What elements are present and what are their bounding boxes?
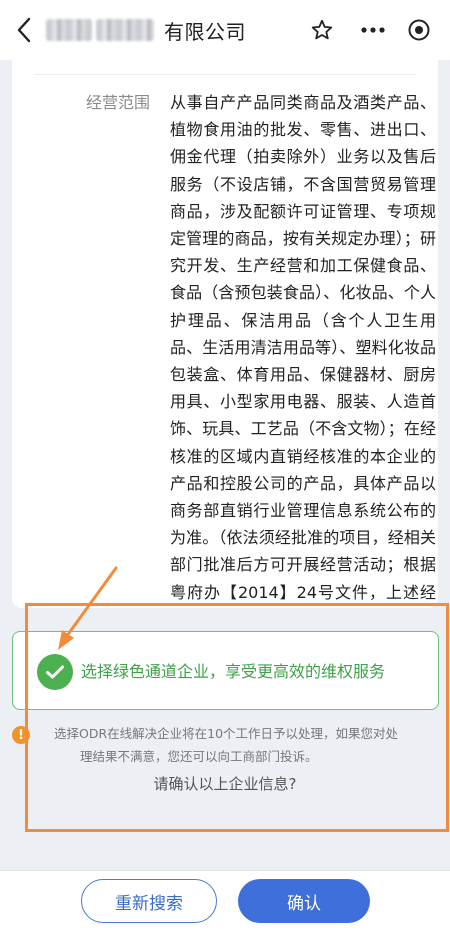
- business-scope-value: 从事自产产品同类商品及酒类产品、植物食用油的批发、零售、进出口、佣金代理（拍卖除…: [170, 89, 436, 608]
- annotation-highlight-box: [25, 603, 449, 832]
- divider: [34, 74, 416, 75]
- more-button[interactable]: [359, 16, 387, 44]
- confirm-button[interactable]: 确认: [238, 879, 370, 923]
- redacted-company-name: [46, 19, 92, 41]
- top-navbar: 有限公司: [0, 0, 450, 60]
- chevron-left-icon: [17, 17, 31, 43]
- bottom-action-bar: 重新搜索 确认: [0, 870, 450, 930]
- target-close-icon: [408, 19, 430, 41]
- app-root: 有限公司 经营范围 从事自产产品同类商品及酒类产品、植物食用油的批发、零售、进出…: [0, 0, 450, 930]
- business-scope-label: 经营范围: [86, 93, 151, 112]
- favorite-button[interactable]: [308, 16, 336, 44]
- business-scope-text: 从事自产产品同类商品及酒类产品、植物食用油的批发、零售、进出口、佣金代理（拍卖除…: [170, 93, 436, 602]
- star-icon: [311, 19, 333, 40]
- back-button[interactable]: [10, 14, 38, 46]
- redacted-company-name-2: [96, 19, 154, 41]
- page-title: 有限公司: [46, 14, 246, 46]
- company-info-card: 经营范围 从事自产产品同类商品及酒类产品、植物食用油的批发、零售、进出口、佣金代…: [12, 60, 438, 608]
- close-button[interactable]: [405, 16, 433, 44]
- research-again-button[interactable]: 重新搜索: [81, 879, 217, 923]
- page-title-text: 有限公司: [164, 19, 246, 44]
- more-dots-icon: [361, 27, 385, 33]
